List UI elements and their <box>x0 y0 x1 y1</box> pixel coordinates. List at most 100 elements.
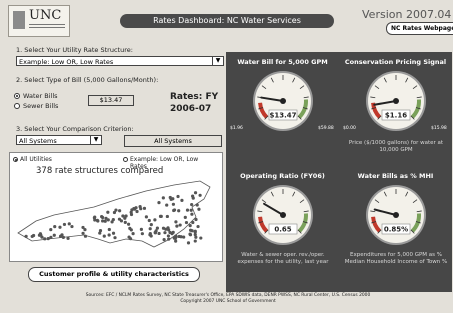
conservation-pricing-gauge: $1.16 <box>366 71 426 131</box>
gauge1-min: $1.96 <box>230 126 243 131</box>
logo-rule <box>29 24 65 28</box>
utility-dot <box>98 231 102 235</box>
logo-text: UNC <box>29 8 62 23</box>
rate-structure-value: Example: Low OR, Low Rates <box>19 58 114 66</box>
sources-footer: Sources: EFC / NCLM Rates Survey, NC Sta… <box>8 293 448 305</box>
utility-dot <box>186 241 191 245</box>
utility-dot <box>126 222 131 226</box>
gauge4-title: Water Bills as % MHI <box>357 172 434 180</box>
example-label: Example: Low OR, Low <box>130 156 199 163</box>
utility-dot <box>190 212 194 216</box>
utility-dot <box>139 207 143 211</box>
utility-dot <box>165 214 169 219</box>
utility-dot <box>171 197 175 201</box>
utility-dot <box>179 235 183 239</box>
utility-dot <box>70 224 74 229</box>
gauge2-max: $15.98 <box>431 126 447 131</box>
utility-dot <box>46 237 50 241</box>
step2-label: 2. Select Type of Bill (5,000 Gallons/Mo… <box>16 76 159 84</box>
utility-dot <box>188 224 192 228</box>
comparison-dropdown[interactable]: All Systems ▼ <box>16 135 102 145</box>
chevron-down-icon[interactable]: ▼ <box>212 57 223 65</box>
utility-dot <box>106 218 110 222</box>
rates-fy-label: Rates: FY <box>170 92 219 102</box>
utility-dot <box>147 218 151 223</box>
utility-dot <box>114 208 118 212</box>
utility-dot <box>174 239 178 243</box>
utility-dot <box>128 226 132 230</box>
utility-dot <box>144 215 149 219</box>
utility-dot <box>40 235 44 239</box>
step1-label: 1. Select Your Utility Rate Structure: <box>16 46 133 54</box>
utility-dot <box>162 237 166 242</box>
utility-dot <box>61 235 65 239</box>
water-bills-radio[interactable] <box>14 93 20 99</box>
gauge2-caption: Price ($/1000 gallons) for water at 10,0… <box>348 140 444 153</box>
water-bill-gauge: $13.47 <box>253 71 313 131</box>
utility-dot <box>135 209 139 214</box>
utility-dot <box>113 236 117 240</box>
utility-dot <box>188 228 193 232</box>
step3-label: 3. Select Your Comparison Criterion: <box>16 125 134 133</box>
gauge-value: $1.16 <box>385 112 407 120</box>
nc-state-map[interactable] <box>14 177 218 259</box>
gauge2-min: $0.00 <box>343 126 356 131</box>
utility-dot <box>176 194 180 199</box>
utility-dot <box>67 222 71 226</box>
gauges-panel: Water Bill for 5,000 GPM $13.47 $1.96 $5… <box>226 52 452 292</box>
water-bills-mhi-gauge: 0.85% <box>366 185 426 245</box>
utility-dot <box>43 237 47 241</box>
utility-dot <box>58 225 62 229</box>
dashboard-window: UNC Rates Dashboard: NC Water Services V… <box>0 0 453 313</box>
utility-dot <box>140 232 144 236</box>
gauge1-title: Water Bill for 5,000 GPM <box>237 58 328 66</box>
copyright-text: Copyright 2007 UNC School of Government <box>180 299 276 304</box>
rate-count-text: 378 rate structures compared <box>36 166 164 176</box>
utility-dot <box>172 208 176 213</box>
utility-dot <box>194 217 198 222</box>
utility-dot <box>191 220 195 225</box>
utility-dot <box>190 202 194 207</box>
comparison-value: All Systems <box>19 137 57 145</box>
utility-dot <box>102 234 106 238</box>
utility-dot <box>199 236 203 240</box>
utility-dot <box>93 218 97 222</box>
water-bills-label: Water Bills <box>23 92 58 100</box>
utility-dot <box>111 218 115 222</box>
utility-dot <box>166 234 171 238</box>
rate-structure-dropdown[interactable]: Example: Low OR, Low Rates ▼ <box>16 56 224 66</box>
utility-dot <box>159 214 163 218</box>
utility-dot <box>83 228 87 232</box>
utility-dot <box>81 231 85 235</box>
nc-rates-webpage-button[interactable]: NC Rates Webpage <box>386 22 453 35</box>
utility-dot <box>163 231 167 235</box>
customer-profile-button[interactable]: Customer profile & utility characteristi… <box>28 267 200 282</box>
gauge-hub <box>393 98 399 104</box>
rates-year-label: 2006-07 <box>170 104 212 114</box>
sewer-bills-radio[interactable] <box>14 103 20 109</box>
utility-dot <box>111 231 116 235</box>
utility-dot <box>107 233 111 237</box>
utility-dot <box>83 234 88 238</box>
utility-dot <box>198 193 202 197</box>
utility-dot <box>161 196 165 200</box>
utility-dot <box>184 220 189 225</box>
utility-dot <box>38 232 42 236</box>
utility-dot <box>119 219 124 223</box>
utility-dot <box>123 220 127 224</box>
utility-dot <box>121 214 125 218</box>
example-radio[interactable] <box>123 157 128 162</box>
comparison-display: All Systems <box>124 135 222 147</box>
nc-map-panel: All Utilities Example: Low OR, Low Rates… <box>9 152 223 262</box>
gauge-value: 0.65 <box>274 226 291 234</box>
chevron-down-icon[interactable]: ▼ <box>90 136 101 144</box>
utility-dot <box>195 203 199 207</box>
all-utilities-radio[interactable] <box>13 157 18 162</box>
utility-dot <box>191 194 195 198</box>
utility-dot <box>118 209 122 213</box>
gauge4-caption: Expenditures for 5,000 GPM as % Median H… <box>344 252 448 265</box>
utility-dot <box>53 225 57 229</box>
utility-dot <box>167 228 171 232</box>
utility-dot <box>183 215 187 220</box>
utility-dot <box>129 212 134 217</box>
